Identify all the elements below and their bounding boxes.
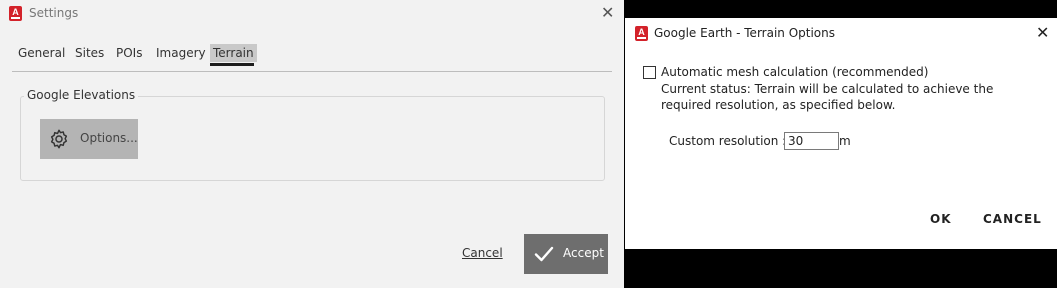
tab-sites[interactable]: Sites [75,44,104,62]
dialog-cancel-button[interactable]: CANCEL [983,212,1042,226]
options-button[interactable]: Options... [40,119,138,159]
app-logo-icon: A [9,6,22,21]
tab-imagery[interactable]: Imagery [156,44,206,62]
accept-button-label: Accept [563,246,604,260]
app-logo-icon: A [635,26,648,41]
gear-icon [50,129,68,149]
dialog-title: Google Earth - Terrain Options [654,26,836,40]
window-title: Settings [29,6,79,20]
ok-button[interactable]: OK [930,212,952,226]
options-button-label: Options... [80,131,138,145]
tab-terrain[interactable]: Terrain [210,44,257,62]
group-label: Google Elevations [24,88,139,102]
custom-resolution-label: Custom resolution : [669,134,787,148]
auto-mesh-label[interactable]: Automatic mesh calculation (recommended) [661,65,928,79]
status-text: Current status: Terrain will be calculat… [661,82,994,112]
settings-window: A Settings ✕ General Sites POIs Imagery … [0,0,624,288]
accept-button[interactable]: Accept [524,234,608,274]
tab-pois[interactable]: POIs [116,44,142,62]
cancel-button[interactable]: Cancel [462,246,503,260]
close-icon[interactable]: ✕ [1036,25,1049,41]
tabs-divider [12,71,612,72]
close-icon[interactable]: ✕ [601,5,614,21]
terrain-options-dialog: A Google Earth - Terrain Options ✕ Autom… [625,18,1057,249]
settings-titlebar: A Settings ✕ [0,0,624,28]
tab-general[interactable]: General [18,44,65,62]
resolution-unit: m [839,134,851,148]
auto-mesh-checkbox[interactable] [643,66,656,79]
active-tab-indicator [210,63,254,66]
custom-resolution-input[interactable] [784,132,839,150]
checkmark-icon [534,246,554,262]
